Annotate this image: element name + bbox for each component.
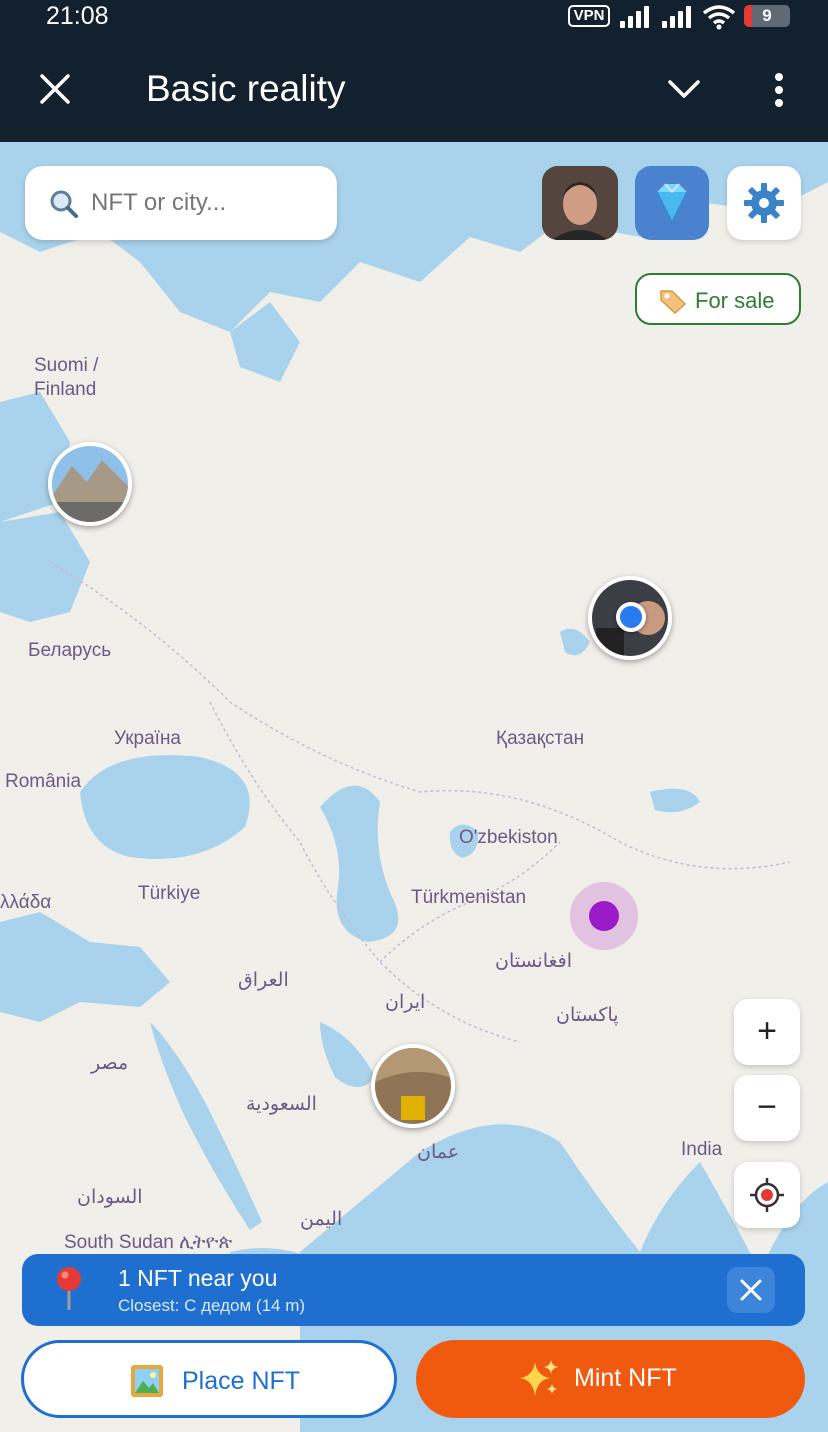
gear-icon — [744, 183, 784, 223]
map-label-iraq: العراق — [238, 970, 289, 991]
framed-picture-icon — [131, 1365, 163, 1397]
map-label-iran: ايران — [385, 992, 426, 1013]
signal-icon-2 — [662, 6, 694, 28]
signal-icon — [620, 6, 652, 28]
sparkles-icon — [520, 1360, 558, 1396]
for-sale-label: For sale — [695, 288, 775, 313]
chevron-down-icon[interactable] — [666, 76, 702, 100]
map-label-turkmenistan: Türkmenistan — [411, 887, 527, 908]
mint-nft-label: Mint NFT — [574, 1364, 677, 1392]
map-label-afghanistan: افغانستان — [495, 951, 573, 972]
zoom-out-button[interactable]: − — [734, 1075, 800, 1141]
mint-nft-button[interactable]: Mint NFT — [416, 1340, 805, 1418]
nearby-headline: 1 NFT near you — [118, 1265, 278, 1291]
price-tag-icon — [660, 290, 687, 314]
app-title: Basic reality — [146, 68, 346, 109]
map-label-oman: عمان — [417, 1142, 460, 1163]
dismiss-banner-button[interactable] — [727, 1267, 775, 1313]
nft-photo-icon — [52, 446, 128, 522]
user-location-dot — [616, 602, 646, 632]
battery-icon: 9 — [744, 5, 790, 27]
nft-marker-gulf[interactable] — [371, 1044, 455, 1128]
close-icon[interactable] — [36, 70, 74, 108]
map-label-sudan: السودان — [77, 1187, 143, 1208]
map-label-yemen: اليمن — [300, 1209, 343, 1230]
crosshair-icon — [750, 1178, 784, 1212]
map-label-saudi: السعودية — [246, 1094, 317, 1115]
vpn-badge: VPN — [568, 5, 610, 27]
map-label-kazakhstan: Қазақстан — [496, 728, 585, 749]
map-label-pakistan: پاکستان — [556, 1005, 619, 1026]
map-label-uzbekistan: O'zbekiston — [459, 827, 558, 848]
map-label-finland: Suomi / Finland — [34, 355, 99, 400]
wifi-icon — [702, 5, 736, 30]
app-bar: Basic reality — [0, 34, 828, 142]
battery-level: 9 — [762, 6, 772, 25]
nearby-subtitle: Closest: С дедом (14 m) — [118, 1296, 306, 1315]
map-label-romania: România — [5, 771, 82, 792]
map-label-ukraine: Україна — [114, 728, 182, 749]
settings-button[interactable] — [727, 166, 801, 240]
map-label-turkey: Türkiye — [138, 883, 201, 904]
profile-avatar-button[interactable] — [542, 166, 618, 240]
nft-photo-icon — [375, 1048, 451, 1124]
zoom-in-button[interactable]: + — [734, 999, 800, 1065]
status-time: 21:08 — [46, 2, 109, 30]
place-nft-button[interactable]: Place NFT — [21, 1340, 397, 1418]
map-label-greece: λλάδα — [0, 892, 52, 913]
more-vert-icon[interactable] — [768, 72, 790, 108]
premium-button[interactable] — [635, 166, 709, 240]
map-label-india: India — [681, 1139, 723, 1160]
close-icon — [740, 1279, 762, 1301]
search-input[interactable] — [91, 186, 321, 220]
place-nft-label: Place NFT — [182, 1367, 301, 1395]
nft-marker-finland[interactable] — [48, 442, 132, 526]
avatar — [542, 166, 618, 240]
map-label-egypt: مصر — [91, 1053, 129, 1074]
status-bar: 21:08 VPN 9 — [0, 0, 828, 34]
for-sale-filter[interactable]: For sale — [635, 273, 801, 325]
map-canvas[interactable]: Suomi / Finland Беларусь Україна România… — [0, 142, 828, 1432]
map-label-south-sudan: South Sudan ሊትዮጵ — [64, 1232, 233, 1253]
nft-location-dot[interactable] — [570, 882, 638, 950]
map-label-belarus: Беларусь — [28, 640, 112, 661]
search-icon — [50, 190, 78, 218]
diamond-icon — [656, 183, 688, 224]
search-box[interactable] — [25, 166, 337, 240]
my-location-button[interactable] — [734, 1162, 800, 1228]
nearby-nft-banner[interactable]: 1 NFT near you Closest: С дедом (14 m) — [22, 1254, 805, 1326]
pin-icon — [57, 1267, 81, 1310]
